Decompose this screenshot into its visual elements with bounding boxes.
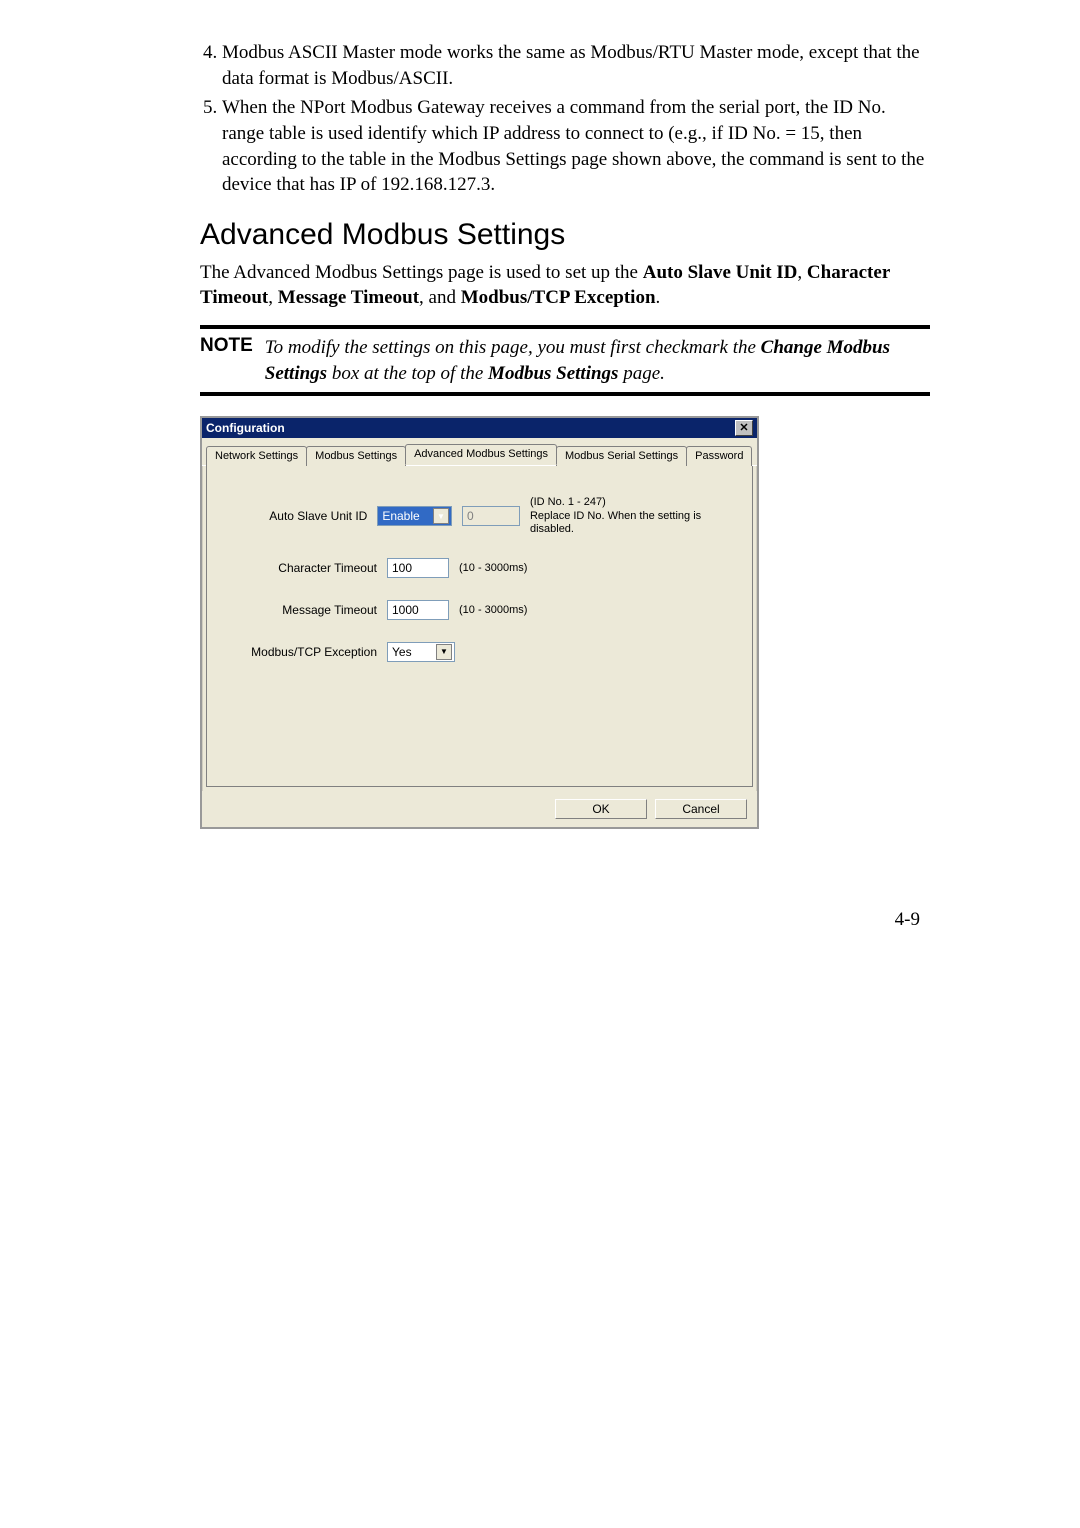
configuration-dialog: Configuration ✕ Network Settings Modbus … <box>200 416 759 829</box>
numbered-list: Modbus ASCII Master mode works the same … <box>200 40 930 198</box>
auto-slave-id-value: 0 <box>467 509 474 523</box>
msg-timeout-label: Message Timeout <box>247 603 377 617</box>
tab-advanced-modbus-settings[interactable]: Advanced Modbus Settings <box>405 444 557 465</box>
chevron-down-icon: ▼ <box>433 508 449 524</box>
auto-hint-1: (ID No. 1 - 247) <box>530 496 732 509</box>
section-heading: Advanced Modbus Settings <box>200 218 930 252</box>
auto-slave-select[interactable]: Enable ▼ <box>377 506 452 526</box>
intro-text: . <box>656 287 661 308</box>
note-label: NOTE <box>200 335 253 386</box>
note-span: To modify the settings on this page, you… <box>265 337 761 358</box>
row-msg-timeout: Message Timeout 1000 (10 - 3000ms) <box>247 600 732 620</box>
dialog-buttonbar: OK Cancel <box>202 791 757 827</box>
note-bold: Modbus Settings <box>488 363 618 384</box>
intro-paragraph: The Advanced Modbus Settings page is use… <box>200 260 930 311</box>
close-icon[interactable]: ✕ <box>735 420 753 436</box>
auto-slave-hint: (ID No. 1 - 247) Replace ID No. When the… <box>530 496 732 536</box>
char-timeout-value: 100 <box>392 561 412 575</box>
auto-slave-id-field[interactable]: 0 <box>462 506 520 526</box>
chevron-down-icon: ▼ <box>436 644 452 660</box>
intro-bold: Auto Slave Unit ID <box>643 262 798 283</box>
tab-modbus-settings[interactable]: Modbus Settings <box>306 446 406 466</box>
ok-button[interactable]: OK <box>555 799 647 819</box>
tab-network-settings[interactable]: Network Settings <box>206 446 307 466</box>
note-span: page. <box>618 363 664 384</box>
intro-bold: Message Timeout <box>278 287 419 308</box>
char-timeout-label: Character Timeout <box>247 561 377 575</box>
auto-slave-value: Enable <box>382 509 419 523</box>
auto-hint-2: Replace ID No. When the setting is disab… <box>530 510 732 536</box>
exception-label: Modbus/TCP Exception <box>247 645 377 659</box>
intro-text: , <box>797 262 807 283</box>
intro-bold: Modbus/TCP Exception <box>461 287 656 308</box>
tab-body: Auto Slave Unit ID Enable ▼ 0 (ID No. 1 … <box>206 466 753 787</box>
auto-slave-label: Auto Slave Unit ID <box>247 509 367 523</box>
msg-timeout-value: 1000 <box>392 603 419 617</box>
intro-text: , <box>268 287 278 308</box>
intro-text: The Advanced Modbus Settings page is use… <box>200 262 643 283</box>
char-timeout-field[interactable]: 100 <box>387 558 449 578</box>
exception-select[interactable]: Yes ▼ <box>387 642 455 662</box>
cancel-button[interactable]: Cancel <box>655 799 747 819</box>
msg-timeout-hint: (10 - 3000ms) <box>459 604 527 616</box>
note-span: box at the top of the <box>327 363 488 384</box>
page-number: 4-9 <box>200 909 930 931</box>
char-timeout-hint: (10 - 3000ms) <box>459 562 527 574</box>
intro-text: , and <box>419 287 461 308</box>
note-text: To modify the settings on this page, you… <box>265 335 930 386</box>
msg-timeout-field[interactable]: 1000 <box>387 600 449 620</box>
tab-modbus-serial-settings[interactable]: Modbus Serial Settings <box>556 446 687 466</box>
dialog-titlebar: Configuration ✕ <box>202 418 757 438</box>
divider <box>200 392 930 396</box>
row-auto-slave: Auto Slave Unit ID Enable ▼ 0 (ID No. 1 … <box>247 496 732 536</box>
row-modbus-exception: Modbus/TCP Exception Yes ▼ <box>247 642 732 662</box>
list-item-5: When the NPort Modbus Gateway receives a… <box>222 95 930 198</box>
dialog-title: Configuration <box>206 421 285 435</box>
document-page: Modbus ASCII Master mode works the same … <box>0 0 1080 971</box>
list-item-4: Modbus ASCII Master mode works the same … <box>222 40 930 91</box>
exception-value: Yes <box>392 645 412 659</box>
note-block: NOTE To modify the settings on this page… <box>200 329 930 392</box>
row-char-timeout: Character Timeout 100 (10 - 3000ms) <box>247 558 732 578</box>
tabstrip: Network Settings Modbus Settings Advance… <box>202 438 757 466</box>
tab-password[interactable]: Password <box>686 446 752 466</box>
